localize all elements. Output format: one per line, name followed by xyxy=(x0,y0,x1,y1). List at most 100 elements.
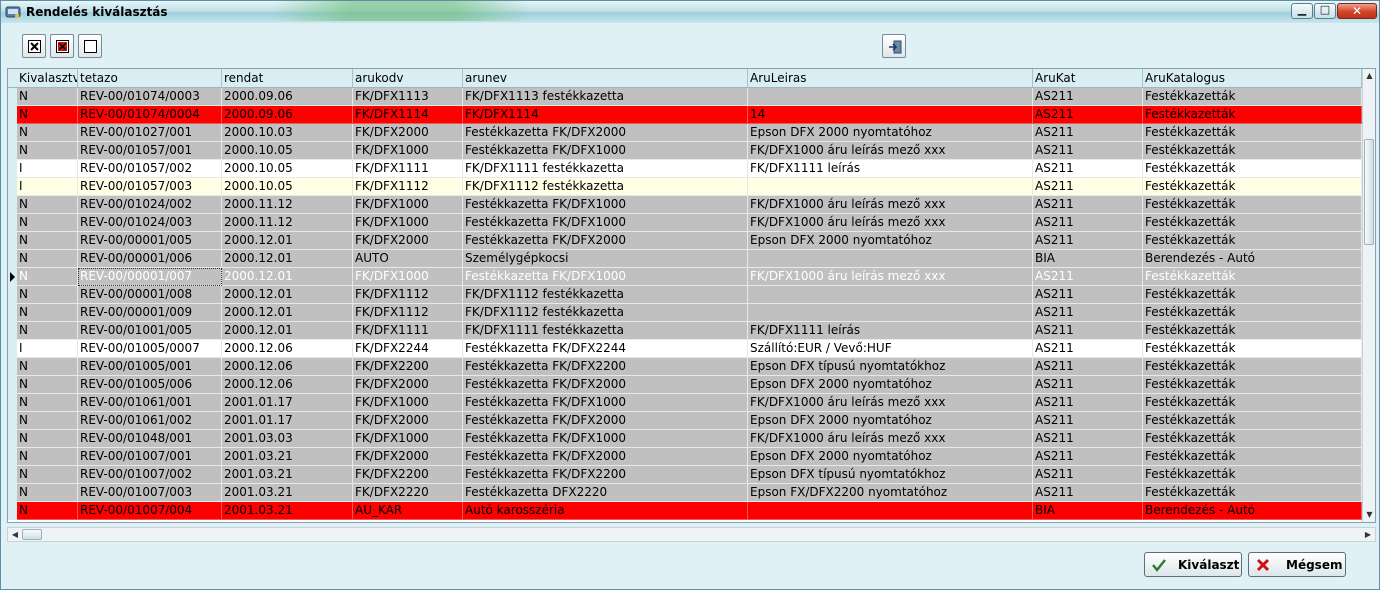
table-row[interactable]: N REV-00/01061/002 2001.01.17 FK/DFX2000 Fes… xyxy=(8,412,1362,430)
row-indicator[interactable] xyxy=(8,394,17,412)
cell-arukodv[interactable]: FK/DFX1111 xyxy=(353,160,463,178)
row-indicator[interactable] xyxy=(8,178,17,196)
cell-arukatalogus[interactable]: Festékkazetták xyxy=(1143,196,1362,214)
table-row[interactable]: N REV-00/00001/007 2000.12.01 FK/DFX1000 Fes… xyxy=(8,268,1362,286)
cancel-button[interactable]: Mégsem xyxy=(1248,552,1346,577)
row-indicator[interactable] xyxy=(8,196,17,214)
table-row[interactable]: N REV-00/00001/009 2000.12.01 FK/DFX1112 FK/… xyxy=(8,304,1362,322)
cell-kivalasztva[interactable]: N xyxy=(17,412,78,430)
cell-kivalasztva[interactable]: N xyxy=(17,142,78,160)
header-col-arunev[interactable]: arunev xyxy=(463,69,748,87)
cell-kivalasztva[interactable]: N xyxy=(17,214,78,232)
row-indicator[interactable] xyxy=(8,484,17,502)
cell-arunev[interactable]: Festékkazetta FK/DFX2244 xyxy=(463,340,748,358)
header-col-rendat[interactable]: rendat xyxy=(222,69,353,87)
table-row[interactable]: N REV-00/01057/001 2000.10.05 FK/DFX1000 Fes… xyxy=(8,142,1362,160)
table-row[interactable]: N REV-00/00001/005 2000.12.01 FK/DFX2000 Fes… xyxy=(8,232,1362,250)
header-col-aruleiras[interactable]: AruLeiras xyxy=(748,69,1033,87)
cell-arukatalogus[interactable]: Festékkazetták xyxy=(1143,412,1362,430)
cell-tetazo[interactable]: REV-00/01061/001 xyxy=(78,394,222,412)
cell-rendat[interactable]: 2001.03.21 xyxy=(222,466,353,484)
cell-tetazo[interactable]: REV-00/01048/001 xyxy=(78,430,222,448)
cell-tetazo[interactable]: REV-00/01057/002 xyxy=(78,160,222,178)
cell-tetazo[interactable]: REV-00/01057/003 xyxy=(78,178,222,196)
cell-arunev[interactable]: Autó karosszéria xyxy=(463,502,748,520)
cell-tetazo[interactable]: REV-00/01001/005 xyxy=(78,322,222,340)
cell-arukat[interactable]: AS211 xyxy=(1033,394,1143,412)
cell-kivalasztva[interactable]: N xyxy=(17,268,78,286)
cell-arunev[interactable]: Személygépkocsi xyxy=(463,250,748,268)
row-indicator[interactable] xyxy=(8,250,17,268)
cell-arukodv[interactable]: AUTO xyxy=(353,250,463,268)
cell-tetazo[interactable]: REV-00/01074/0003 xyxy=(78,88,222,106)
cell-tetazo[interactable]: REV-00/01007/002 xyxy=(78,466,222,484)
table-row[interactable]: N REV-00/01027/001 2000.10.03 FK/DFX2000 Fes… xyxy=(8,124,1362,142)
cell-arukodv[interactable]: FK/DFX1000 xyxy=(353,268,463,286)
cell-aruleiras[interactable] xyxy=(748,304,1033,322)
table-row[interactable]: N REV-00/01024/003 2000.11.12 FK/DFX1000 Fes… xyxy=(8,214,1362,232)
table-row[interactable]: N REV-00/01001/005 2000.12.01 FK/DFX1111 FK/… xyxy=(8,322,1362,340)
row-indicator[interactable] xyxy=(8,268,17,286)
cell-arukat[interactable]: AS211 xyxy=(1033,304,1143,322)
cell-aruleiras[interactable]: 14 xyxy=(748,106,1033,124)
cell-arukatalogus[interactable]: Festékkazetták xyxy=(1143,160,1362,178)
row-indicator[interactable] xyxy=(8,232,17,250)
cell-rendat[interactable]: 2001.03.21 xyxy=(222,502,353,520)
cell-rendat[interactable]: 2000.12.06 xyxy=(222,376,353,394)
cell-arunev[interactable]: Festékkazetta FK/DFX2000 xyxy=(463,376,748,394)
maximize-button[interactable]: □ xyxy=(1314,3,1336,19)
cell-kivalasztva[interactable]: N xyxy=(17,196,78,214)
cell-arukatalogus[interactable]: Festékkazetták xyxy=(1143,124,1362,142)
cell-aruleiras[interactable]: Epson DFX típusú nyomtatókhoz xyxy=(748,358,1033,376)
cell-tetazo[interactable]: REV-00/01057/001 xyxy=(78,142,222,160)
cell-arunev[interactable]: Festékkazetta FK/DFX2000 xyxy=(463,412,748,430)
close-button[interactable]: ✕ xyxy=(1337,3,1377,19)
scroll-right-icon[interactable]: ▶ xyxy=(1361,528,1375,541)
header-col-kivalasztva[interactable]: Kivalasztva xyxy=(17,69,78,87)
cell-arukodv[interactable]: FK/DFX2220 xyxy=(353,484,463,502)
cell-arunev[interactable]: FK/DFX1112 festékkazetta xyxy=(463,304,748,322)
cell-arunev[interactable]: Festékkazetta DFX2220 xyxy=(463,484,748,502)
cell-rendat[interactable]: 2000.12.01 xyxy=(222,286,353,304)
cell-arukatalogus[interactable]: Festékkazetták xyxy=(1143,286,1362,304)
cell-arunev[interactable]: Festékkazetta FK/DFX2000 xyxy=(463,124,748,142)
header-col-arukat[interactable]: AruKat xyxy=(1033,69,1143,87)
title-bar[interactable]: Rendelés kiválasztás ▁ □ ✕ xyxy=(1,1,1379,23)
cell-arukat[interactable]: AS211 xyxy=(1033,268,1143,286)
cell-arukatalogus[interactable]: Festékkazetták xyxy=(1143,214,1362,232)
cell-arukat[interactable]: AS211 xyxy=(1033,142,1143,160)
table-row[interactable]: N REV-00/01024/002 2000.11.12 FK/DFX1000 Fes… xyxy=(8,196,1362,214)
row-indicator[interactable] xyxy=(8,358,17,376)
cell-aruleiras[interactable]: Epson DFX típusú nyomtatókhoz xyxy=(748,466,1033,484)
clear-selection-button[interactable] xyxy=(78,34,102,58)
cell-arukatalogus[interactable]: Festékkazetták xyxy=(1143,142,1362,160)
cell-arukatalogus[interactable]: Festékkazetták xyxy=(1143,358,1362,376)
cell-aruleiras[interactable] xyxy=(748,178,1033,196)
cell-arukodv[interactable]: FK/DFX1113 xyxy=(353,88,463,106)
cell-kivalasztva[interactable]: N xyxy=(17,430,78,448)
cell-arukatalogus[interactable]: Festékkazetták xyxy=(1143,88,1362,106)
cell-arukat[interactable]: AS211 xyxy=(1033,466,1143,484)
cell-rendat[interactable]: 2000.10.05 xyxy=(222,160,353,178)
cell-arukodv[interactable]: FK/DFX1111 xyxy=(353,322,463,340)
cell-arukodv[interactable]: FK/DFX2000 xyxy=(353,376,463,394)
cell-arukodv[interactable]: FK/DFX2000 xyxy=(353,448,463,466)
cell-rendat[interactable]: 2000.11.12 xyxy=(222,214,353,232)
cell-arukatalogus[interactable]: Festékkazetták xyxy=(1143,304,1362,322)
cell-arunev[interactable]: FK/DFX1113 festékkazetta xyxy=(463,88,748,106)
cell-aruleiras[interactable]: Szállító:EUR / Vevő:HUF xyxy=(748,340,1033,358)
cell-arunev[interactable]: Festékkazetta FK/DFX2200 xyxy=(463,466,748,484)
table-row[interactable]: I REV-00/01057/002 2000.10.05 FK/DFX1111 FK/… xyxy=(8,160,1362,178)
cell-aruleiras[interactable]: FK/DFX1000 áru leírás mező xxx xyxy=(748,268,1033,286)
row-indicator[interactable] xyxy=(8,160,17,178)
cell-tetazo[interactable]: REV-00/00001/007 xyxy=(78,268,222,286)
cell-aruleiras[interactable] xyxy=(748,88,1033,106)
row-indicator[interactable] xyxy=(8,340,17,358)
row-indicator[interactable] xyxy=(8,106,17,124)
cell-tetazo[interactable]: REV-00/01061/002 xyxy=(78,412,222,430)
vertical-scroll-thumb[interactable] xyxy=(1364,139,1374,245)
cell-kivalasztva[interactable]: N xyxy=(17,106,78,124)
cell-tetazo[interactable]: REV-00/01024/002 xyxy=(78,196,222,214)
table-row[interactable]: N REV-00/01007/003 2001.03.21 FK/DFX2220 Fes… xyxy=(8,484,1362,502)
cell-arunev[interactable]: Festékkazetta FK/DFX1000 xyxy=(463,196,748,214)
